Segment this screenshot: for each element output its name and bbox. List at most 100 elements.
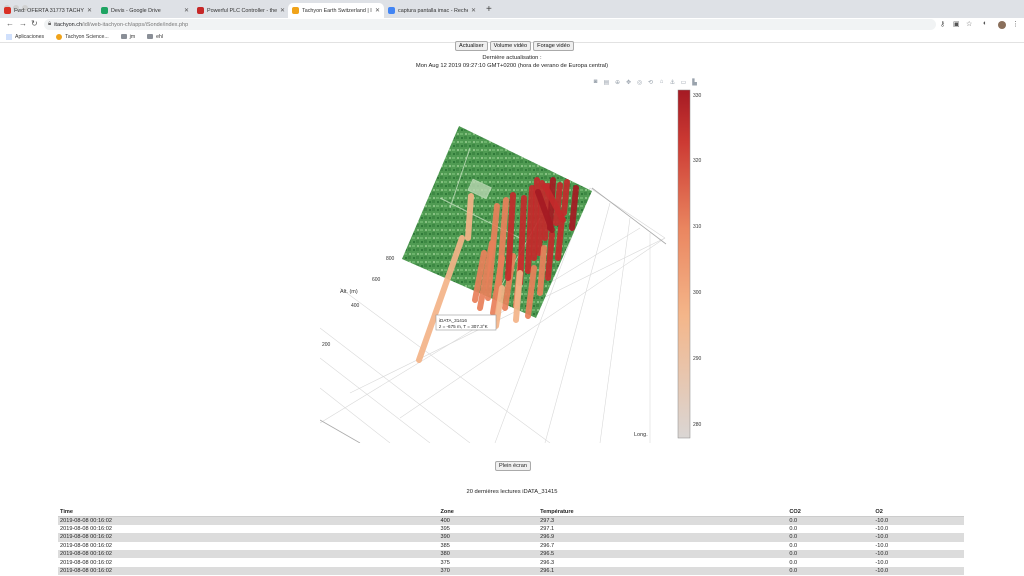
table-row: 2019-08-08 00:16:02 380 296.5 0.0 -10.0	[58, 550, 964, 559]
bookmark-tachyon[interactable]: Tachyon Science...	[56, 33, 109, 40]
table-cell: -10.0	[873, 566, 964, 576]
colorbar-tick-label: 280	[693, 422, 702, 428]
close-tab-icon[interactable]: ✕	[280, 7, 285, 14]
tab-title: Tachyon Earth Switzerland | ID	[302, 7, 372, 14]
table-cell: 2019-08-08 00:16:02	[58, 566, 439, 576]
back-icon[interactable]: ←	[6, 19, 14, 28]
sensor-tube[interactable]	[537, 245, 547, 296]
star-icon[interactable]: ☆	[966, 20, 972, 28]
table-cell: 0.0	[787, 558, 874, 567]
3d-plot[interactable]: Alt. (m) 800 600 400 200 Long. iDATA_314…	[320, 88, 710, 443]
column-header[interactable]: CO2	[787, 508, 874, 517]
camera-icon[interactable]: ◙	[592, 79, 599, 86]
alt-tick: 200	[322, 342, 331, 348]
fullscreen-button[interactable]: Plein écran	[495, 461, 531, 471]
menu-icon[interactable]: ⋮	[1012, 20, 1019, 28]
column-header[interactable]: Température	[538, 508, 788, 517]
table-row: 2019-08-08 00:16:02 370 296.1 0.0 -10.0	[58, 566, 964, 576]
bookmark-ehl[interactable]: ehl	[147, 34, 163, 40]
colorbar-tick-label: 310	[693, 224, 702, 230]
plot-modebar: ◙ ▤ ⊕ ✥ ◎ ⟲ ⌂ ⚓ ▭ ▙	[592, 79, 698, 86]
browser-tab[interactable]: Fwd: OFERTA 31773 TACHYON✕	[0, 3, 96, 18]
drive-icon	[101, 7, 108, 14]
sensor-tube[interactable]	[513, 270, 523, 323]
orbit-icon[interactable]: ◎	[636, 79, 643, 86]
browser-tab[interactable]: captura pantalla imac - Recher ✕	[384, 3, 480, 18]
colorbar-tick-label: 290	[693, 356, 702, 362]
close-tab-icon[interactable]: ✕	[375, 7, 380, 14]
colorbar	[677, 89, 691, 439]
plc-icon	[197, 7, 204, 14]
close-tab-icon[interactable]: ✕	[184, 7, 189, 14]
bookmark-apps[interactable]: Aplicaciones	[6, 33, 44, 40]
table-cell: 2019-08-08 00:16:02	[58, 558, 439, 567]
table-title: 20 dernières lectures iDATA_31415	[466, 489, 558, 495]
table-cell: 0.0	[787, 550, 874, 559]
zoom-icon[interactable]: ⊕	[614, 79, 621, 86]
table-cell: 296.5	[538, 550, 788, 559]
tab-title: Devis - Google Drive	[111, 7, 161, 14]
browser-tab[interactable]: Devis - Google Drive ✕	[97, 3, 193, 18]
refresh-button[interactable]: Actualiser	[455, 41, 488, 51]
table-cell: 395	[438, 524, 539, 534]
turntable-icon[interactable]: ⟲	[647, 79, 654, 86]
browser-tab[interactable]: Powerful PLC Controller - the ✕	[193, 3, 289, 18]
table-cell: 296.1	[538, 566, 788, 576]
tachyon-icon	[56, 33, 63, 40]
table-row: 2019-08-08 00:16:02 390 296.9 0.0 -10.0	[58, 533, 964, 542]
spike-icon[interactable]: ⚓	[669, 79, 676, 86]
reload-icon[interactable]: ↻	[31, 19, 38, 28]
table-header-row: Time Zone Température CO2 O2	[58, 508, 964, 517]
table-row: 2019-08-08 00:16:02 400 297.3 0.0 -10.0	[58, 516, 964, 525]
gmail-icon	[4, 7, 11, 14]
table-row: 2019-08-08 00:16:02 375 296.3 0.0 -10.0	[58, 558, 964, 567]
table-cell: 2019-08-08 00:16:02	[58, 533, 439, 542]
sensor-tube[interactable]	[465, 193, 474, 241]
table-cell: 2019-08-08 00:16:02	[58, 524, 439, 534]
plotly-logo-icon[interactable]: ▙	[691, 79, 698, 86]
table-cell: 296.7	[538, 541, 788, 551]
table-cell: 370	[438, 566, 539, 576]
bookmark-jm[interactable]: jm	[120, 34, 135, 40]
column-header[interactable]: Time	[58, 508, 439, 517]
sensor-tube[interactable]	[561, 179, 570, 216]
table-cell: 297.1	[538, 524, 788, 534]
last-update-date: Mon Aug 12 2019 09:27:10 GMT+0200 (hora …	[415, 63, 609, 69]
key-icon[interactable]: ⚷	[940, 20, 945, 28]
close-tab-icon[interactable]: ✕	[471, 7, 476, 14]
box-edge	[591, 187, 667, 245]
volume-video-button[interactable]: Volume vidéo	[489, 41, 532, 51]
hover-tooltip: iDATA_31416 z = -675 m, T = 307.3°K	[435, 314, 497, 331]
table-cell: -10.0	[873, 541, 964, 551]
table-cell: 0.0	[787, 533, 874, 542]
table-cell: -10.0	[873, 524, 964, 534]
axis-alt-label: Alt. (m)	[340, 289, 358, 295]
extension-icon[interactable]: ◐	[983, 20, 987, 27]
table-cell: 385	[438, 541, 539, 551]
pan-icon[interactable]: ✥	[625, 79, 632, 86]
browser-tab[interactable]: Tachyon Earth Switzerland | ID ✕	[288, 3, 384, 18]
table-cell: 0.0	[787, 516, 874, 525]
save-icon[interactable]: ▤	[603, 79, 610, 86]
avatar[interactable]	[998, 21, 1006, 29]
table-cell: -10.0	[873, 558, 964, 567]
url-field[interactable]: 🔒︎ itachyon.ch /idl/web-itachyon-ch/apps…	[44, 19, 936, 30]
drilling-video-button[interactable]: Forage vidéo	[533, 41, 574, 51]
hover-icon[interactable]: ▭	[680, 79, 687, 86]
sensor-tube[interactable]	[545, 231, 555, 281]
column-header[interactable]: O2	[873, 508, 964, 517]
sensor-tube[interactable]	[569, 185, 579, 231]
colorbar-ticks: 330 320 310 300 290 280	[693, 93, 702, 428]
svg-text:z = -675 m, T = 307.3°K: z = -675 m, T = 307.3°K	[439, 324, 489, 329]
new-tab-button[interactable]: +	[486, 4, 492, 15]
table-cell: 380	[438, 550, 539, 559]
sensor-tube[interactable]	[555, 215, 565, 261]
colorbar-tick-label: 320	[693, 158, 702, 164]
address-bar-row: ← → ↻ 🔒︎ itachyon.ch /idl/web-itachyon-c…	[0, 18, 1024, 31]
column-header[interactable]: Zone	[438, 508, 539, 517]
forward-icon[interactable]: →	[19, 19, 27, 28]
translate-icon[interactable]: ▣	[953, 20, 960, 28]
reset-camera-icon[interactable]: ⌂	[658, 79, 665, 86]
last-update-label: Dernière actualisation :	[482, 55, 542, 61]
close-tab-icon[interactable]: ✕	[87, 7, 92, 14]
